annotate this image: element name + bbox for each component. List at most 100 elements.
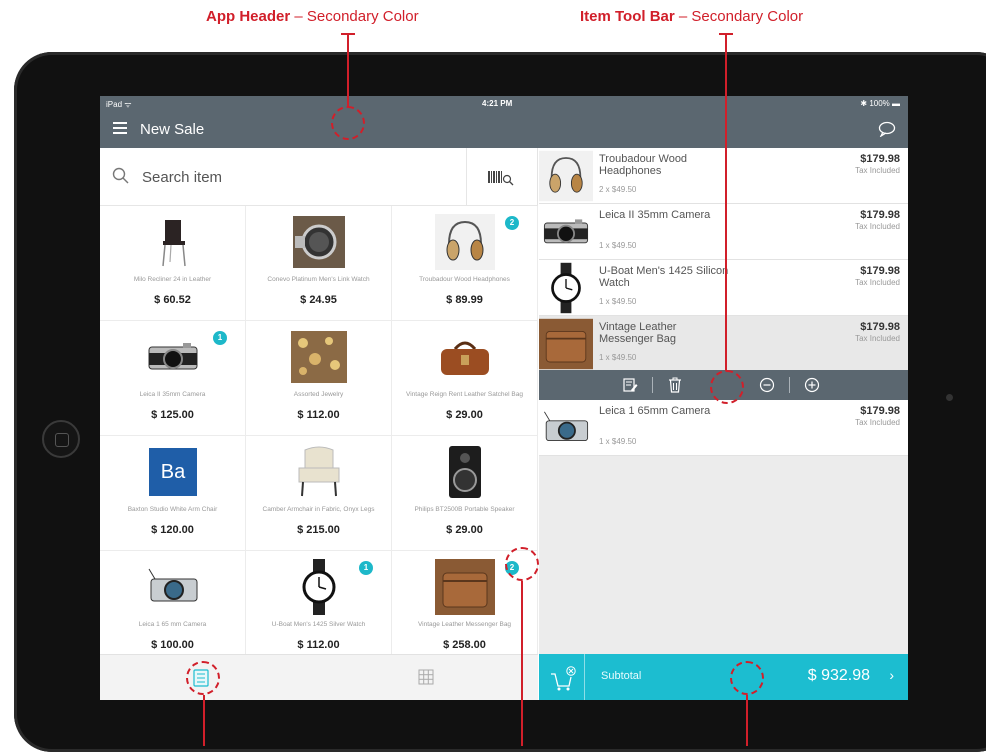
callout-separator: –	[674, 8, 692, 25]
search-input[interactable]	[142, 165, 442, 189]
product-tile[interactable]: Conevo Platinum Men's Link Watch $ 24.95	[246, 206, 392, 321]
product-tile[interactable]: Leica 1 65 mm Camera $ 100.00	[100, 551, 246, 666]
callout-title: Item Tool Bar	[580, 8, 675, 25]
trash-icon[interactable]	[667, 377, 683, 393]
callout-title: App Header	[206, 8, 291, 25]
product-price: $ 60.52	[154, 294, 191, 306]
cart-item-qty: 1 x $49.50	[599, 241, 637, 250]
badge-marker	[505, 547, 539, 581]
item-toolbar-callout: Item Tool Bar – Secondary Color	[580, 8, 803, 25]
product-image	[435, 214, 495, 270]
subtotal-marker	[730, 661, 764, 695]
product-tile[interactable]: Philips BT2500B Portable Speaker $ 29.00	[392, 436, 538, 551]
app-header-callout: App Header – Secondary Color	[206, 8, 419, 25]
cart-item-name: Troubadour Wood Headphones	[599, 153, 688, 177]
cart-button[interactable]	[539, 654, 585, 700]
callout-marker	[203, 695, 205, 746]
cart-item-name: U-Boat Men's 1425 Silicon Watch	[599, 265, 729, 289]
cart-item-tax: Tax Included	[855, 418, 900, 427]
cart-item-tax: Tax Included	[855, 222, 900, 231]
cart-item-tax: Tax Included	[855, 166, 900, 175]
status-device: iPad ᯤ	[106, 100, 132, 109]
product-name: Troubadour Wood Headphones	[419, 276, 510, 283]
product-tile[interactable]: Leica II 35mm Camera $ 125.00 1	[100, 321, 246, 436]
cart-item-qty: 1 x $49.50	[599, 353, 637, 362]
product-price: $ 112.00	[297, 409, 340, 421]
status-battery: ✱ 100% ▬	[860, 99, 900, 108]
camera-dot	[946, 394, 953, 401]
product-image	[435, 559, 495, 615]
cart-item-image	[539, 204, 593, 260]
cart-item-image	[539, 316, 593, 372]
callout-marker	[746, 695, 748, 746]
product-price: $ 29.00	[446, 409, 483, 421]
product-price: $ 29.00	[446, 524, 483, 536]
subtotal-bar[interactable]: Subtotal $ 932.98 ›	[539, 654, 908, 700]
product-tile[interactable]: Assorted Jewelry $ 112.00	[246, 321, 392, 436]
cart-item-price: $179.98	[860, 265, 900, 277]
plus-circle-icon[interactable]	[804, 377, 820, 393]
search-bar	[100, 148, 538, 206]
product-tile[interactable]: Troubadour Wood Headphones $ 89.99 2	[392, 206, 538, 321]
minus-circle-icon[interactable]	[759, 377, 775, 393]
product-tile[interactable]: Milo Recliner 24 in Leather $ 60.52	[100, 206, 246, 321]
hamburger-icon[interactable]	[113, 122, 127, 134]
status-bar: iPad ᯤ 4:21 PM ✱ 100% ▬	[100, 96, 908, 112]
divider	[652, 377, 653, 393]
product-image	[289, 329, 349, 385]
divider	[466, 148, 467, 206]
edit-note-icon[interactable]	[622, 377, 638, 393]
product-tile[interactable]: U-Boat Men's 1425 Silver Watch $ 112.00 1	[246, 551, 392, 666]
grid-view-icon[interactable]	[418, 669, 434, 685]
cart-item-image	[539, 260, 593, 316]
subtotal-label: Subtotal	[601, 670, 642, 682]
app-header: New Sale	[100, 112, 908, 148]
callout-desc: Secondary Color	[691, 8, 804, 25]
cart-icon	[551, 666, 576, 691]
product-image	[289, 444, 349, 500]
cart-item-qty: 1 x $49.50	[599, 437, 637, 446]
product-name: Leica 1 65 mm Camera	[138, 621, 207, 628]
product-price: $ 100.00	[151, 639, 194, 651]
product-tile[interactable]: Vintage Reign Rent Leather Satchel Bag $ …	[392, 321, 538, 436]
product-price: $ 258.00	[443, 639, 486, 651]
product-price: $ 112.00	[297, 639, 340, 651]
product-price: $ 24.95	[300, 294, 337, 306]
cart-item-image	[539, 148, 593, 204]
chevron-right-icon[interactable]: ›	[889, 667, 894, 683]
quantity-badge: 1	[213, 331, 227, 345]
product-name: Baxton Studio White Arm Chair	[127, 506, 218, 513]
product-image	[143, 559, 203, 615]
cart-item-price: $179.98	[860, 405, 900, 417]
cart-pane: Troubadour Wood Headphones 2 x $49.50 $179…	[539, 148, 908, 700]
cart-item-qty: 1 x $49.50	[599, 297, 637, 306]
product-name: Conevo Platinum Men's Link Watch	[267, 276, 370, 283]
app-header-marker	[331, 106, 365, 140]
product-price: $ 215.00	[297, 524, 340, 536]
product-tile[interactable]: Ba Baxton Studio White Arm Chair $ 120.00	[100, 436, 246, 551]
product-image	[289, 559, 349, 615]
cart-item[interactable]: Vintage Leather Messenger Bag 1 x $49.50 $…	[539, 316, 908, 372]
product-image	[143, 329, 203, 385]
cart-item[interactable]: U-Boat Men's 1425 Silicon Watch 1 x $49.5…	[539, 260, 908, 316]
product-tile[interactable]: Camber Armchair in Fabric, Onyx Legs $ 21…	[246, 436, 392, 551]
callout-marker	[347, 33, 349, 108]
cart-item[interactable]: Leica II 35mm Camera 1 x $49.50 $179.98 Tax…	[539, 204, 908, 260]
barcode-scan-icon[interactable]	[488, 168, 516, 186]
divider	[789, 377, 790, 393]
cart-item[interactable]: Leica 1 65mm Camera 1 x $49.50 $179.98 Tax …	[539, 400, 908, 456]
product-name: U-Boat Men's 1425 Silver Watch	[271, 621, 366, 628]
home-button[interactable]	[42, 420, 80, 458]
cart-item-price: $179.98	[860, 153, 900, 165]
product-price: $ 89.99	[446, 294, 483, 306]
product-image	[435, 329, 495, 385]
tab-marker	[186, 661, 220, 695]
callout-desc: Secondary Color	[306, 8, 419, 25]
product-name: Camber Armchair in Fabric, Onyx Legs	[262, 506, 375, 513]
product-image	[289, 214, 349, 270]
cart-item[interactable]: Troubadour Wood Headphones 2 x $49.50 $179…	[539, 148, 908, 204]
chat-bubble-icon[interactable]	[878, 121, 896, 137]
cart-item-name: Leica II 35mm Camera	[599, 209, 711, 221]
product-price: $ 120.00	[151, 524, 194, 536]
brand-logo-text: Ba	[160, 461, 186, 483]
